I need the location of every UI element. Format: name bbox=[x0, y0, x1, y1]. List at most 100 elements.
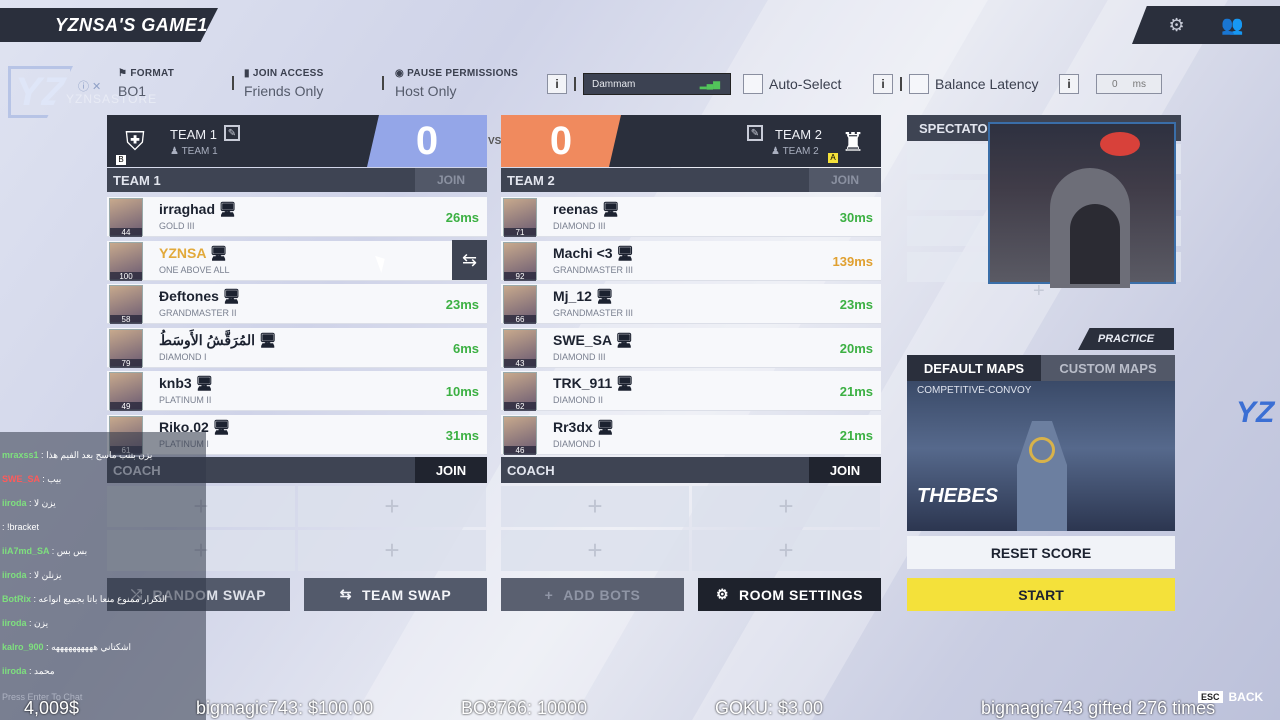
format-value: BO1 bbox=[118, 83, 147, 99]
join-access-value: Friends Only bbox=[244, 83, 324, 99]
coach-slot-plus[interactable]: + bbox=[501, 530, 689, 571]
player-ping: 23ms bbox=[445, 297, 479, 312]
team1-coach-join-button[interactable]: JOIN bbox=[415, 457, 487, 483]
coach-slot-plus[interactable]: + bbox=[298, 486, 486, 527]
player-avatar: 71 bbox=[503, 198, 537, 237]
latency-input[interactable]: 0 ms bbox=[1096, 74, 1162, 94]
player-level: 71 bbox=[504, 228, 536, 237]
player-row[interactable]: 92 Machi <3 🖥 GRANDMASTER III 139ms bbox=[501, 240, 881, 281]
gear-icon[interactable]: ⚙ bbox=[1168, 15, 1184, 36]
swap-arrows-icon[interactable]: ⇆ bbox=[452, 240, 487, 280]
player-ping: 21ms bbox=[839, 384, 873, 399]
team2-coach-join-button[interactable]: JOIN bbox=[809, 457, 881, 483]
chat-username[interactable]: iiroda bbox=[2, 570, 29, 580]
player-row[interactable]: 58 Ðeftones 🖥 GRANDMASTER II 23ms bbox=[107, 284, 487, 324]
chat-username[interactable]: iiroda bbox=[2, 498, 29, 508]
player-row[interactable]: 46 Rr3dx 🖥 DIAMOND I 21ms bbox=[501, 414, 881, 455]
player-rank: GRANDMASTER III bbox=[553, 308, 634, 318]
divider bbox=[574, 77, 576, 91]
player-name: knb3 🖥 bbox=[159, 375, 214, 391]
coach-slot-plus[interactable]: + bbox=[692, 486, 880, 527]
room-settings-button[interactable]: ⚙ ROOM SETTINGS bbox=[698, 578, 881, 611]
chat-username[interactable]: iiA7md_SA bbox=[2, 546, 52, 556]
player-row[interactable]: 71 reenas 🖥 DIAMOND III 30ms bbox=[501, 197, 881, 237]
chat-username[interactable]: BotRix bbox=[2, 594, 34, 604]
player-level: 100 bbox=[110, 271, 142, 281]
player-row[interactable]: 79 المُرَقَّشُ الأَوسَطُ 🖥 DIAMOND I 6ms bbox=[107, 327, 487, 368]
player-row[interactable]: 100 YZNSA 🖥 ONE ABOVE ALL bbox=[107, 240, 487, 281]
player-level: 66 bbox=[504, 315, 536, 324]
plus-icon: + bbox=[544, 586, 554, 603]
player-rank: GOLD III bbox=[159, 221, 195, 231]
chat-message: SWE_SA : بيب bbox=[2, 474, 206, 485]
chat-text: : محمد bbox=[29, 666, 55, 676]
back-button[interactable]: ESC BACK bbox=[1198, 690, 1263, 704]
player-row[interactable]: 49 knb3 🖥 PLATINUM II 10ms bbox=[107, 371, 487, 411]
chat-text: : يزن بتنب ماسح بعد الفيم هذا bbox=[41, 450, 153, 460]
auto-select-info-button[interactable]: i bbox=[873, 74, 893, 94]
player-name: YZNSA 🖥 bbox=[159, 244, 228, 261]
ticker-item: bigmagic743 gifted 276 times bbox=[981, 698, 1216, 718]
add-bots-button[interactable]: + ADD BOTS bbox=[501, 578, 684, 611]
platform-icon: 🖥 bbox=[209, 244, 228, 261]
auto-select-checkbox[interactable] bbox=[743, 74, 763, 94]
chat-username[interactable]: iiroda bbox=[2, 618, 29, 628]
player-avatar: 44 bbox=[109, 198, 143, 237]
platform-icon: 🖥 bbox=[596, 418, 615, 435]
coach-slot-plus[interactable]: + bbox=[298, 530, 486, 571]
region-select[interactable]: Dammam ▂▄▆ bbox=[583, 73, 731, 95]
team1-name: TEAM 1 bbox=[170, 127, 217, 142]
team1-score: 0 bbox=[367, 115, 487, 167]
player-level: 62 bbox=[504, 402, 536, 411]
reset-score-button[interactable]: RESET SCORE bbox=[907, 536, 1175, 569]
player-avatar: 43 bbox=[503, 328, 537, 368]
player-row[interactable]: 44 irraghad 🖥 GOLD III 26ms bbox=[107, 197, 487, 237]
team2-subtitle: ♟ TEAM 2 bbox=[771, 146, 819, 157]
latency-info-button[interactable]: i bbox=[1059, 74, 1079, 94]
chat-username[interactable]: iiroda bbox=[2, 666, 29, 676]
chat-text: : !bracket bbox=[2, 522, 40, 532]
map-name: THEBES bbox=[917, 485, 999, 507]
map-orb bbox=[1029, 437, 1055, 463]
player-ping: 31ms bbox=[445, 427, 479, 443]
tab-default-maps[interactable]: DEFAULT MAPS bbox=[907, 355, 1041, 381]
pause-permissions-value: Host Only bbox=[395, 83, 457, 99]
swap-icon: ⇆ bbox=[339, 586, 352, 602]
chat-username[interactable]: mraxss1 bbox=[2, 450, 41, 460]
player-rank: DIAMOND I bbox=[159, 351, 207, 362]
player-level: 49 bbox=[110, 402, 142, 411]
practice-badge: PRACTICE bbox=[1078, 328, 1174, 350]
start-button[interactable]: START bbox=[907, 578, 1175, 611]
player-level: 46 bbox=[504, 445, 536, 455]
tab-custom-maps[interactable]: CUSTOM MAPS bbox=[1041, 355, 1175, 381]
game-title: YZNSA'S GAME1 bbox=[0, 8, 218, 42]
player-ping: 30ms bbox=[839, 210, 873, 225]
chat-username[interactable]: SWE_SA bbox=[2, 474, 42, 484]
coach-slot-plus[interactable]: + bbox=[501, 486, 689, 527]
divider bbox=[232, 76, 234, 90]
player-row[interactable]: 43 SWE_SA 🖥 DIAMOND III 20ms bbox=[501, 327, 881, 368]
player-row[interactable]: 66 Mj_12 🖥 GRANDMASTER III 23ms bbox=[501, 284, 881, 324]
map-preview[interactable]: COMPETITIVE-CONVOY THEBES bbox=[907, 381, 1175, 531]
edit-icon[interactable]: ✎ bbox=[224, 125, 240, 141]
team2-join-button[interactable]: JOIN bbox=[809, 168, 881, 192]
map-category: COMPETITIVE-CONVOY bbox=[917, 385, 1032, 396]
player-row[interactable]: 62 TRK_911 🖥 DIAMOND II 21ms bbox=[501, 371, 881, 411]
divider bbox=[900, 77, 902, 91]
chat-text: : بس بس bbox=[51, 546, 88, 556]
friends-icon[interactable]: 👥 bbox=[1221, 15, 1243, 36]
team-swap-button[interactable]: ⇆ TEAM SWAP bbox=[304, 578, 487, 611]
team1-badge-letter: B bbox=[116, 155, 126, 165]
balance-latency-checkbox[interactable] bbox=[909, 74, 929, 94]
player-avatar: 66 bbox=[503, 285, 537, 324]
edit-icon[interactable]: ✎ bbox=[747, 125, 763, 141]
signal-icon: ▂▄▆ bbox=[699, 78, 720, 89]
chat-username[interactable]: kalro_900 bbox=[2, 642, 46, 652]
region-info-button[interactable]: i bbox=[547, 74, 567, 94]
team2-score: 0 bbox=[501, 115, 621, 167]
coach-slot-plus[interactable]: + bbox=[692, 530, 880, 571]
team1-join-button[interactable]: JOIN bbox=[415, 168, 487, 192]
join-access-setting: ▮ JOIN ACCESS Friends Only bbox=[244, 68, 324, 99]
person-icon bbox=[1070, 204, 1120, 284]
side-brand-logo: YZ bbox=[1236, 396, 1275, 429]
